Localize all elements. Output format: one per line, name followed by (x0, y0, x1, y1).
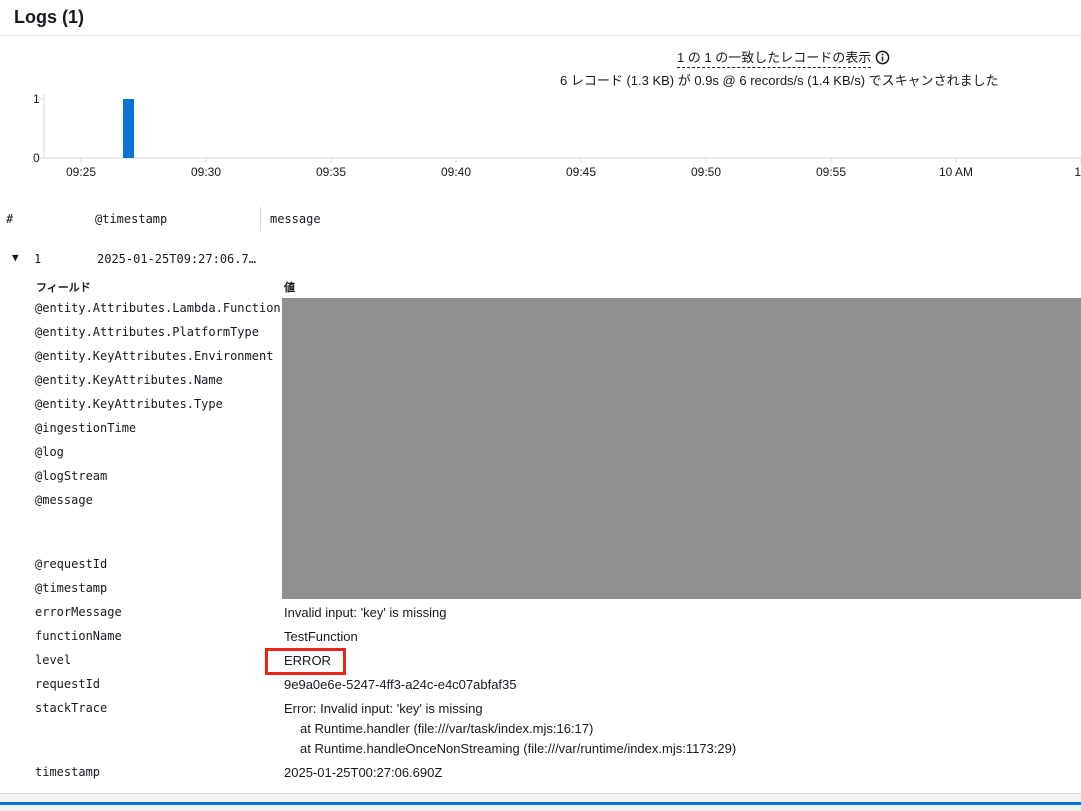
column-index-header: # (6, 212, 14, 226)
field-name: @logStream (35, 469, 108, 483)
redacted-region (282, 298, 1081, 599)
x-tick-label: 09:40 (441, 165, 471, 179)
timestamp-value: 2025-01-25T00:27:06.690Z (284, 765, 443, 780)
field-column-header: フィールド (36, 282, 91, 294)
histogram-bar (123, 99, 134, 158)
stack-trace-value: Error: Invalid input: 'key' is missing a… (284, 699, 736, 759)
column-message-header[interactable]: message (270, 212, 321, 226)
logs-header: Logs (1) (0, 0, 1081, 36)
panel-bottom-border (0, 802, 1081, 805)
field-name: level (35, 653, 72, 667)
field-name: @message (35, 493, 93, 507)
x-tick-label: 10 (1074, 165, 1081, 179)
field-row: stackTrace Error: Invalid input: 'key' i… (0, 697, 1081, 761)
results-table-header: # @timestamp message (0, 205, 1081, 233)
log-histogram: 0 1 09:25 09:30 09:35 09:40 09:45 09:50 09:55 10 … (33, 92, 1081, 179)
fields-table-header: フィールド 値 (0, 276, 1081, 296)
x-tick-label: 09:30 (191, 165, 221, 179)
field-name: @entity.Attributes.PlatformType (35, 325, 259, 339)
column-timestamp-header[interactable]: @timestamp (95, 212, 167, 226)
matched-records-text: 1 の 1 の一致したレコードの表示 (677, 47, 872, 68)
field-row: functionName TestFunction (0, 625, 1081, 649)
field-name: @log (35, 445, 64, 459)
field-name: stackTrace (35, 701, 108, 715)
field-name: timestamp (35, 765, 101, 779)
stack-trace-line: Error: Invalid input: 'key' is missing (284, 701, 483, 716)
field-name: @requestId (35, 557, 108, 571)
field-name: @timestamp (35, 581, 108, 595)
field-name: @entity.KeyAttributes.Name (35, 373, 223, 387)
x-tick-label: 10 AM (939, 165, 973, 179)
row-index: 1 (34, 252, 42, 266)
y-tick-label: 0 (33, 151, 40, 165)
y-tick-label: 1 (33, 92, 40, 106)
x-tick-label: 09:25 (66, 165, 96, 179)
value-column-header: 値 (284, 282, 295, 294)
field-name: functionName (35, 629, 122, 643)
stack-trace-line: at Runtime.handler (file:///var/task/ind… (300, 721, 594, 736)
expand-caret-icon[interactable]: ▼ (12, 251, 19, 264)
row-timestamp: 2025-01-25T09:27:06.7… (97, 252, 256, 266)
x-tick-label: 09:50 (691, 165, 721, 179)
field-name: errorMessage (35, 605, 122, 619)
field-name: @ingestionTime (35, 421, 137, 435)
field-row: level ERROR (0, 649, 1081, 673)
matched-records-summary: 1 の 1 の一致したレコードの表示 (677, 47, 890, 68)
column-resize-handle[interactable] (260, 207, 261, 231)
field-row: requestId 9e9a0e6e-5247-4ff3-a24c-e4c07ab… (0, 673, 1081, 697)
x-tick-label: 09:45 (566, 165, 596, 179)
info-icon[interactable] (875, 50, 890, 65)
x-tick-label: 09:55 (816, 165, 846, 179)
field-name: @entity.KeyAttributes.Environment (35, 349, 274, 363)
field-name: @entity.Attributes.Lambda.Function (35, 301, 281, 315)
request-id-value: 9e9a0e6e-5247-4ff3-a24c-e4c07abfaf35 (284, 677, 517, 692)
field-row: timestamp 2025-01-25T00:27:06.690Z (0, 761, 1081, 785)
table-row[interactable]: ▼ 1 2025-01-25T09:27:06.7… (0, 249, 1081, 269)
stack-trace-line: at Runtime.handleOnceNonStreaming (file:… (300, 741, 737, 756)
logs-title: Logs (1) (14, 7, 84, 27)
x-tick-label: 09:35 (316, 165, 346, 179)
error-level-highlight (265, 648, 346, 675)
function-name-value: TestFunction (284, 629, 358, 644)
error-message-value: Invalid input: 'key' is missing (284, 605, 447, 620)
field-name: requestId (35, 677, 101, 691)
field-name: @entity.KeyAttributes.Type (35, 397, 223, 411)
field-row: errorMessage Invalid input: 'key' is miss… (0, 601, 1081, 625)
